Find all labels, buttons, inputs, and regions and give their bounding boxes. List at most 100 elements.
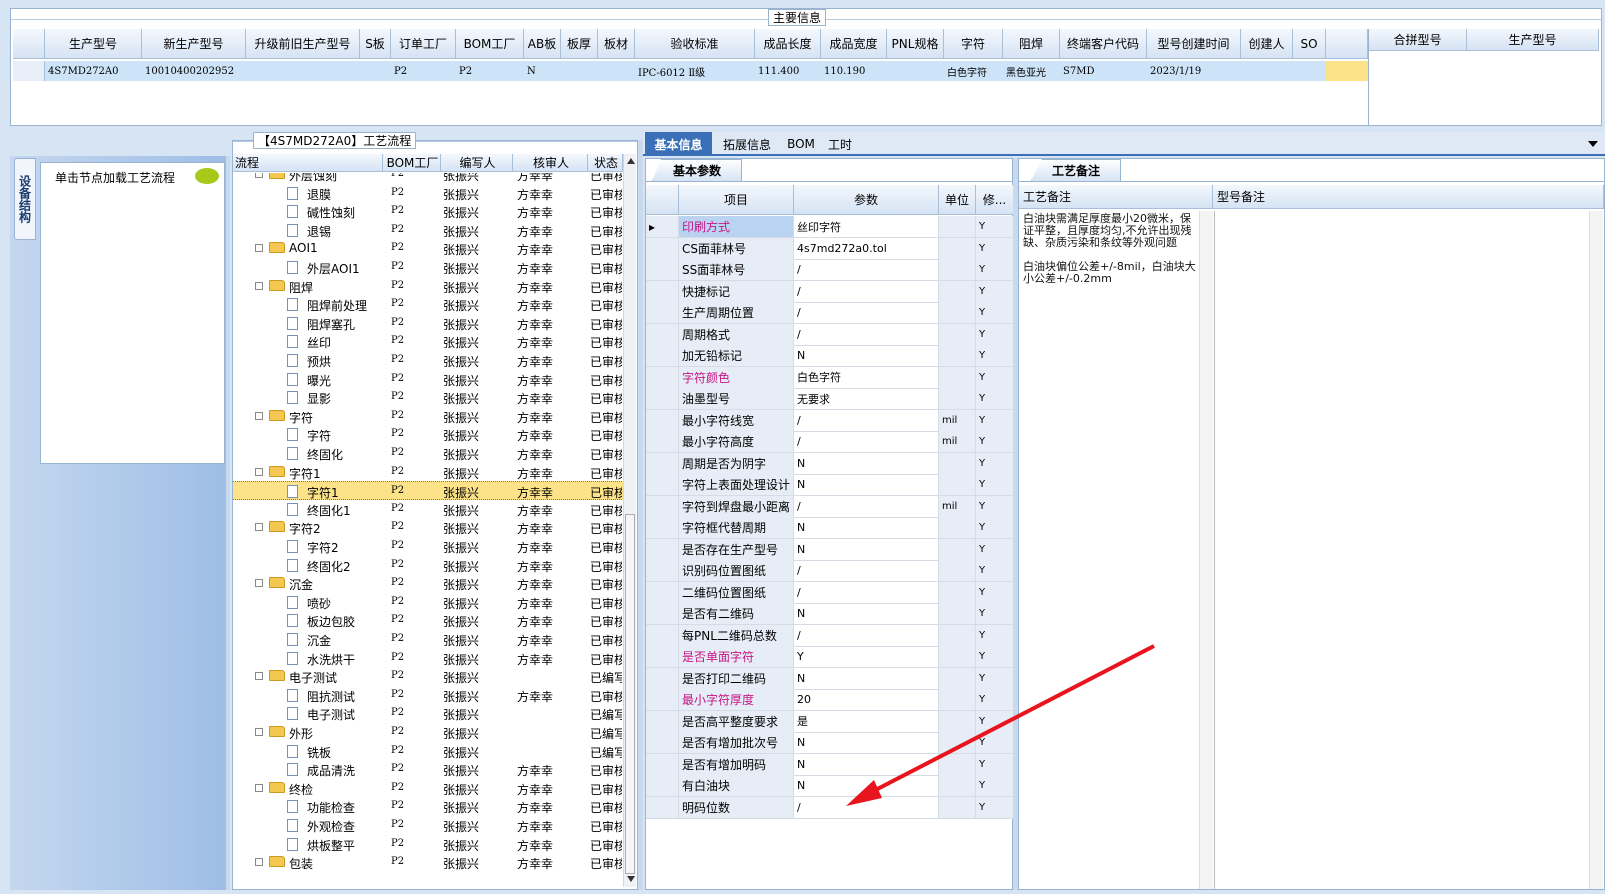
tree-collapse-icon[interactable] [255, 783, 263, 792]
main-cell-6[interactable]: N [524, 61, 561, 81]
main-col-10[interactable]: 成品长度 [755, 29, 821, 59]
process-remark-scrollbar[interactable] [1199, 211, 1213, 889]
basic-param-value[interactable]: N [794, 538, 939, 561]
process-node-step[interactable]: 外层AOI1 P2 张振兴 方幸幸 已审核 [233, 258, 623, 277]
main-cell-0[interactable]: 4S7MD272A0 [45, 61, 142, 81]
main-col-14[interactable]: 阻焊 [1003, 29, 1060, 59]
process-node-step[interactable]: 终固化 P2 张振兴 方幸幸 已审核 [233, 444, 623, 463]
basic-param-value[interactable]: N [794, 775, 939, 797]
row-selector-icon[interactable] [646, 796, 679, 819]
basic-params-grid[interactable]: ▸ 印刷方式 丝印字符 Y CS面菲林号 4s7md272a0.tol Y SS面菲林号 / Y 快… [646, 216, 1014, 836]
basic-param-value[interactable]: N [794, 603, 939, 625]
tree-collapse-icon[interactable] [255, 579, 263, 588]
basic-param-row[interactable]: 是否打印二维码 N Y [646, 667, 1016, 690]
main-col-6[interactable]: AB板 [524, 29, 561, 59]
tab-0[interactable]: 基本信息 [645, 132, 712, 156]
tab-dropdown-icon[interactable] [1588, 141, 1598, 147]
main-cell-14[interactable]: 黑色亚光 [1003, 61, 1060, 81]
row-selector-icon[interactable] [646, 517, 679, 539]
process-node-step[interactable]: 退锡 P2 张振兴 方幸幸 已审核 [233, 221, 623, 240]
basic-param-row[interactable]: 是否有增加明码 N Y [646, 753, 1016, 776]
row-selector-icon[interactable] [646, 646, 679, 668]
basic-param-row[interactable]: 字符到焊盘最小距离 / mil Y [646, 495, 1016, 518]
tree-collapse-icon[interactable] [255, 858, 263, 867]
basic-param-row[interactable]: 周期是否为阴字 N Y [646, 452, 1016, 475]
process-node-step[interactable]: 阻焊塞孔 P2 张振兴 方幸幸 已审核 [233, 314, 623, 333]
basic-param-row[interactable]: 周期格式 / Y [646, 323, 1016, 346]
process-node-step[interactable]: 烘板整平 P2 张振兴 方幸幸 已审核 [233, 835, 623, 854]
basic-param-value[interactable]: 20 [794, 689, 939, 711]
basic-param-value[interactable]: 是 [794, 710, 939, 733]
basic-param-row[interactable]: 是否有二维码 N Y [646, 603, 1016, 625]
basic-param-value[interactable]: / [794, 259, 939, 281]
basic-param-row[interactable]: 二维码位置图纸 / Y [646, 581, 1016, 604]
tree-collapse-icon[interactable] [255, 523, 263, 532]
basic-param-row[interactable]: 是否高平整度要求是 Y [646, 710, 1016, 733]
merge-col-1[interactable]: 生产型号 [1467, 29, 1599, 51]
main-cell-2[interactable] [246, 61, 360, 81]
process-node-step[interactable]: 终固化2 P2 张振兴 方幸幸 已审核 [233, 556, 623, 575]
middle-splitter[interactable] [638, 140, 643, 890]
main-col-12[interactable]: PNL规格 [887, 29, 944, 59]
basic-param-value[interactable]: N [794, 667, 939, 690]
basic-param-value[interactable]: / [794, 581, 939, 604]
main-info-row[interactable]: 4S7MD272A0 10010400202952 P2 P2 N IPC-6012 Ⅱ级… [13, 61, 1368, 81]
process-node-group[interactable]: 外形 P2 张振兴 已编写 [233, 723, 623, 742]
basic-param-row[interactable]: 最小字符高度 / mil Y [646, 431, 1016, 453]
row-selector-icon[interactable] [646, 603, 679, 625]
row-selector-icon[interactable] [646, 495, 679, 518]
basic-param-row[interactable]: CS面菲林号 4s7md272a0.tol Y [646, 237, 1016, 260]
basic-param-value[interactable]: / [794, 280, 939, 303]
main-cell-7[interactable] [561, 61, 598, 81]
row-selector-icon[interactable] [646, 560, 679, 582]
main-cell-extra-highlight[interactable] [1326, 61, 1368, 81]
row-selector-icon[interactable] [646, 667, 679, 690]
process-node-step[interactable]: 水洗烘干 P2 张振兴 方幸幸 已审核 [233, 649, 623, 668]
main-cell-15[interactable]: S7MD [1060, 61, 1147, 81]
basic-param-row[interactable]: 加无铅标记 N Y [646, 345, 1016, 367]
tree-collapse-icon[interactable] [255, 672, 263, 681]
process-node-step[interactable]: 阻焊前处理 P2 张振兴 方幸幸 已审核 [233, 295, 623, 314]
scroll-up-icon[interactable] [627, 158, 635, 164]
basic-param-row[interactable]: 有白油块 N Y [646, 775, 1016, 797]
main-cell-3[interactable] [360, 61, 391, 81]
basic-param-row[interactable]: 字符上表面处理设计 N Y [646, 474, 1016, 496]
basic-param-value[interactable]: N [794, 474, 939, 496]
scroll-down-icon[interactable] [627, 876, 635, 882]
row-selector-icon[interactable] [13, 61, 45, 81]
process-node-step[interactable]: 退膜 P2 张振兴 方幸幸 已审核 [233, 184, 623, 203]
process-node-step[interactable]: 功能检查 P2 张振兴 方幸幸 已审核 [233, 797, 623, 816]
row-selector-icon[interactable] [646, 280, 679, 303]
basic-param-row[interactable]: 最小字符线宽 / mil Y [646, 409, 1016, 432]
main-cell-16[interactable]: 2023/1/19 [1147, 61, 1241, 81]
remark-tab[interactable]: 工艺备注 [1031, 159, 1121, 181]
main-col-16[interactable]: 型号创建时间 [1147, 29, 1241, 59]
tree-collapse-icon[interactable] [255, 728, 263, 736]
main-col-2[interactable]: 升级前旧生产型号 [246, 29, 360, 59]
basic-col-3[interactable]: 单位 [939, 185, 976, 215]
basic-param-row[interactable]: 是否单面字符 Y Y [646, 646, 1016, 668]
process-scrollbar[interactable] [623, 154, 636, 887]
process-node-step[interactable]: 铣板 P2 张振兴 已编写 [233, 742, 623, 761]
tree-collapse-icon[interactable] [255, 244, 263, 253]
process-remark-text[interactable]: 白油块需满足厚度最小20微米，保证平整，且厚度均匀,不允许出现残缺、杂质污染和条… [1023, 213, 1201, 285]
vertical-tab-device-structure[interactable]: 设备结构 [14, 158, 36, 240]
row-selector-icon[interactable] [646, 689, 679, 711]
main-col-0[interactable]: 生产型号 [45, 29, 142, 59]
row-selector-icon[interactable] [646, 452, 679, 475]
basic-col-4[interactable]: 修... [976, 185, 1014, 215]
basic-param-row[interactable]: 是否有增加批次号 N Y [646, 732, 1016, 754]
basic-col-2[interactable]: 参数 [794, 185, 939, 215]
process-node-group[interactable]: 终检 P2 张振兴 方幸幸 已审核 [233, 779, 623, 798]
row-selector-icon[interactable] [646, 538, 679, 561]
basic-param-value[interactable]: / [794, 624, 939, 647]
process-node-step[interactable]: 成品清洗 P2 张振兴 方幸幸 已审核 [233, 760, 623, 779]
main-cell-13[interactable]: 白色字符 [944, 61, 1003, 81]
row-selector-icon[interactable] [646, 323, 679, 346]
process-node-group[interactable]: 字符 P2 张振兴 方幸幸 已审核 [233, 407, 623, 426]
row-selector-icon[interactable] [646, 624, 679, 647]
basic-param-value[interactable]: N [794, 732, 939, 754]
process-node-step[interactable]: 沉金 P2 张振兴 方幸幸 已审核 [233, 630, 623, 649]
row-selector-icon[interactable]: ▸ [646, 216, 679, 238]
basic-param-value[interactable]: / [794, 560, 939, 582]
